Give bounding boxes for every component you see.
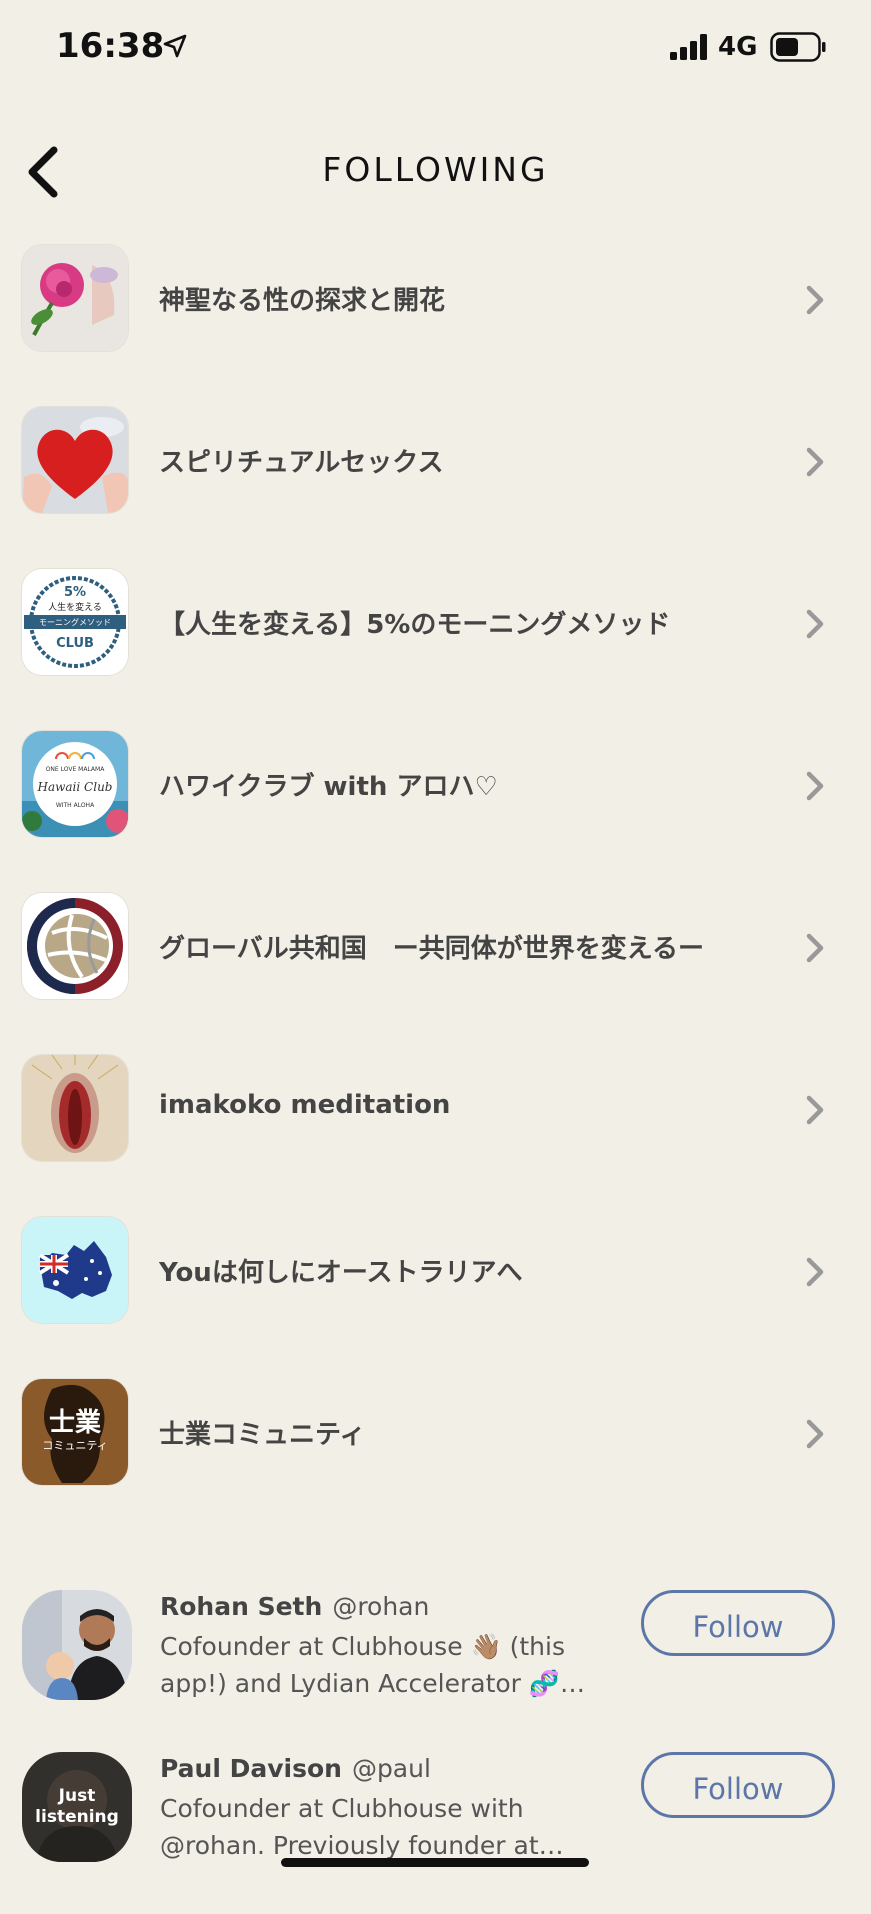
hawaii-club-image: ONE LOVE MALAMA Hawaii Club WITH ALOHA: [22, 731, 128, 837]
chevron-right-icon: [806, 1419, 824, 1449]
club-name: スピリチュアルセックス: [159, 448, 444, 478]
club-name: 神聖なる性の探求と開花: [159, 286, 446, 316]
club-name: ハワイクラブ with アロハ♡: [159, 772, 498, 802]
chevron-right-icon: [806, 609, 824, 639]
user-row[interactable]: Just listening Paul Davison @paul Cofound…: [0, 1752, 871, 1914]
club-name: Youは何しにオーストラリアへ: [159, 1258, 523, 1288]
club-badge-image: 5% 人生を変える モーニングメソッド CLUB: [22, 569, 128, 675]
chevron-right-icon: [806, 1257, 824, 1287]
status-bar: 16:38 4G: [0, 0, 871, 96]
avatar[interactable]: [22, 1590, 132, 1700]
club-row[interactable]: 神聖なる性の探求と開花: [0, 218, 871, 380]
avatar-caption: Just listening: [35, 1786, 119, 1827]
follow-button[interactable]: Follow: [641, 1590, 835, 1656]
chevron-right-icon: [806, 447, 824, 477]
user-bio: Cofounder at Clubhouse with @rohan. Prev…: [160, 1794, 539, 1860]
club-row[interactable]: ONE LOVE MALAMA Hawaii Club WITH ALOHA ハ…: [0, 704, 871, 866]
badge-band-text: モーニングメソッド: [39, 617, 111, 627]
club-name: imakoko meditation: [159, 1090, 451, 1120]
network-type: 4G: [718, 32, 758, 62]
club-row[interactable]: 5% 人生を変える モーニングメソッド CLUB 【人生を変える】5%のモーニン…: [0, 542, 871, 704]
badge-percent-text: 5%: [64, 585, 86, 600]
chevron-right-icon: [806, 933, 824, 963]
user-handle: @paul: [351, 1754, 431, 1783]
club-row[interactable]: スピリチュアルセックス: [0, 380, 871, 542]
status-time: 16:38: [56, 26, 165, 66]
globe-logo: [22, 893, 128, 999]
battery-icon: [770, 32, 826, 62]
meditation-image: [22, 1055, 128, 1161]
club-name: 【人生を変える】5%のモーニングメソッド: [159, 610, 671, 640]
user-handle: @rohan: [332, 1592, 430, 1621]
logo-subtitle-text: コミュニティ: [42, 1439, 107, 1452]
club-row[interactable]: Youは何しにオーストラリアへ: [0, 1190, 871, 1352]
club-row[interactable]: imakoko meditation: [0, 1028, 871, 1190]
club-row[interactable]: 士業 コミュニティ 士業コミュニティ: [0, 1352, 871, 1514]
user-name: Rohan Seth: [160, 1592, 323, 1621]
cellular-signal-icon: [670, 34, 707, 60]
club-name: 士業コミュニティ: [159, 1420, 366, 1450]
logo-title-text: 士業: [49, 1408, 101, 1438]
user-name-line: Paul Davison @paul: [160, 1754, 431, 1783]
chevron-right-icon: [806, 1095, 824, 1125]
page-title: FOLLOWING: [322, 150, 549, 189]
badge-bottom-text: WITH ALOHA: [56, 802, 95, 809]
chevron-right-icon: [806, 771, 824, 801]
follow-button[interactable]: Follow: [641, 1752, 835, 1818]
australia-flag-map: [22, 1217, 128, 1323]
badge-title-text: Hawaii Club: [37, 780, 113, 794]
home-indicator[interactable]: [281, 1858, 589, 1867]
rose-image: [22, 245, 128, 351]
user-row[interactable]: Rohan Seth @rohan Cofounder at Clubhouse …: [0, 1590, 871, 1752]
shigyo-logo: 士業 コミュニティ: [22, 1379, 128, 1485]
user-bio: Cofounder at Clubhouse 👋🏽 (this app!) an…: [160, 1632, 565, 1698]
badge-top-text: ONE LOVE MALAMA: [46, 766, 106, 773]
badge-mid-text: 人生を変える: [48, 601, 102, 613]
location-arrow-icon: [163, 34, 187, 58]
club-row[interactable]: グローバル共和国 ー共同体が世界を変えるー: [0, 866, 871, 1028]
club-name: グローバル共和国 ー共同体が世界を変えるー: [159, 934, 704, 964]
avatar[interactable]: Just listening: [22, 1752, 132, 1862]
user-name-line: Rohan Seth @rohan: [160, 1592, 429, 1621]
user-name: Paul Davison: [160, 1754, 342, 1783]
chevron-right-icon: [806, 285, 824, 315]
badge-club-text: CLUB: [56, 636, 94, 651]
heart-image: [22, 407, 128, 513]
